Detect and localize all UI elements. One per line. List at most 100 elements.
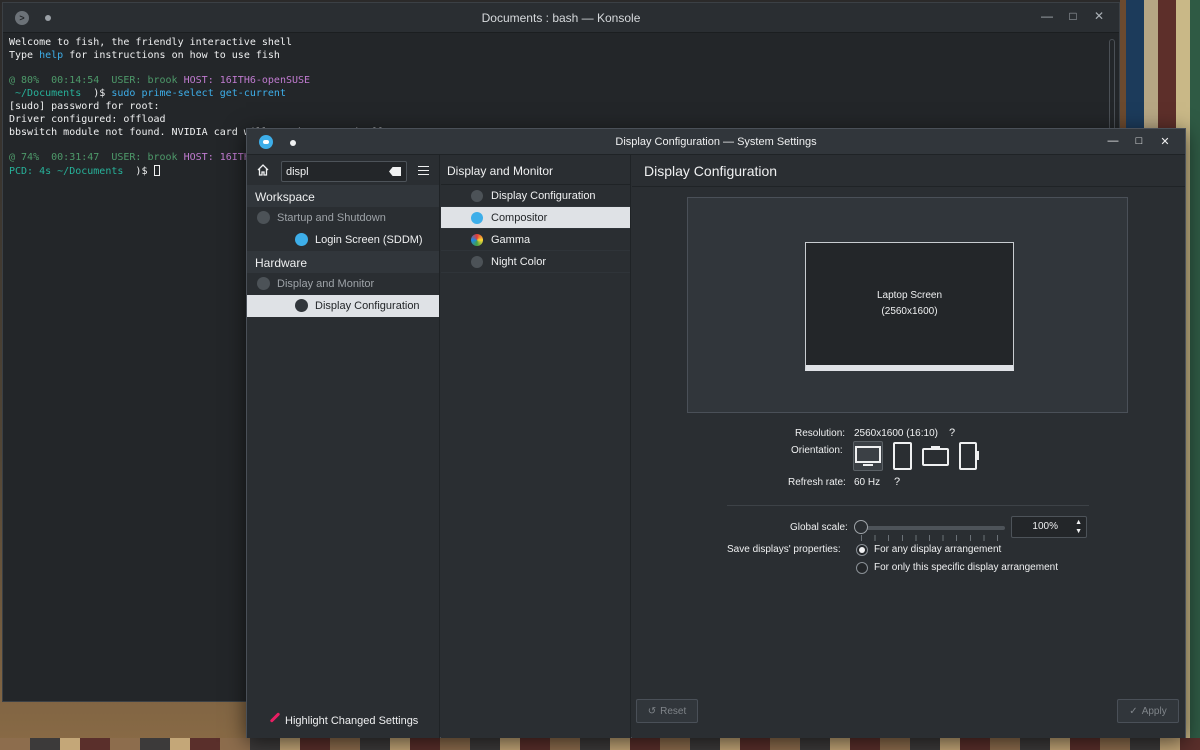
term-line: [sudo] password for root: — [9, 100, 160, 112]
sidebar-toolbar — [247, 155, 439, 185]
term-help-word: help — [39, 49, 64, 61]
global-scale-spinbox[interactable]: 100% ▲ ▼ — [1011, 516, 1087, 538]
night-color-icon — [471, 256, 483, 268]
reset-label: Reset — [660, 705, 687, 717]
home-icon[interactable] — [257, 164, 269, 176]
prompt-host: HOST: 16ITH6-openSUSE — [177, 75, 311, 87]
global-scale-slider[interactable] — [857, 526, 1005, 530]
laptop-screen-output[interactable]: Laptop Screen (2560x1600) — [805, 242, 1014, 371]
resolution-label: Resolution: — [795, 428, 846, 439]
screen-resolution: (2560x1600) — [881, 306, 938, 317]
term-command: sudo — [111, 88, 136, 100]
sidebar-category-workspace: Workspace — [247, 185, 439, 207]
prompt-user: USER: brook — [99, 152, 178, 164]
reset-button[interactable]: ↺ Reset — [636, 699, 698, 723]
minimize-icon[interactable]: — — [1041, 9, 1053, 23]
konsole-title: Documents : bash — Konsole — [481, 11, 641, 25]
landscape-flipped-icon[interactable] — [921, 445, 951, 469]
sidebar-item-label: Display and Monitor — [277, 278, 375, 290]
slider-handle[interactable] — [854, 520, 868, 534]
prompt-user: USER: brook — [99, 75, 178, 87]
screen-name: Laptop Screen — [876, 290, 943, 301]
slider-ticks — [861, 535, 1001, 541]
subcategory-header: Display and Monitor — [441, 155, 630, 185]
close-icon[interactable]: ✕ — [1159, 135, 1171, 148]
display-arrangement-area[interactable]: Laptop Screen (2560x1600) — [687, 197, 1128, 413]
highlight-changed-label: Highlight Changed Settings — [285, 715, 419, 727]
prompt-pcd: PCD: 4s ~/Documents — [9, 165, 124, 177]
scale-value: 100% — [1032, 521, 1058, 532]
compositor-icon — [471, 212, 483, 224]
terminal-cursor — [153, 164, 160, 176]
sidebar-item-login-screen[interactable]: Login Screen (SDDM) — [247, 229, 439, 251]
subcategory-item-display-configuration[interactable]: Display Configuration — [441, 185, 630, 207]
settings-sidebar: Workspace Startup and Shutdown Login Scr… — [247, 155, 440, 738]
konsole-titlebar[interactable]: > Documents : bash — Konsole — □ ✕ — [3, 3, 1119, 33]
paintbrush-icon — [269, 712, 281, 723]
save-properties-label: Save displays' properties: — [727, 544, 841, 555]
maximize-icon[interactable]: □ — [1133, 135, 1145, 148]
subcategory-item-compositor[interactable]: Compositor — [441, 207, 630, 229]
divider — [727, 505, 1089, 506]
highlight-changed-settings-button[interactable]: Highlight Changed Settings — [247, 704, 440, 738]
term-line: Type — [9, 49, 40, 61]
sidebar-item-label: Login Screen (SDDM) — [315, 234, 423, 246]
maximize-icon[interactable]: □ — [1067, 9, 1079, 23]
apply-button[interactable]: ✓ Apply — [1117, 699, 1179, 723]
subcategory-item-night-color[interactable]: Night Color — [441, 251, 630, 273]
sidebar-item-display-monitor[interactable]: Display and Monitor — [247, 273, 439, 295]
minimize-icon[interactable]: — — [1107, 135, 1119, 148]
radio-specific-arrangement[interactable] — [856, 562, 868, 574]
refresh-help-icon[interactable]: ? — [894, 476, 900, 488]
resolution-value[interactable]: 2560x1600 (16:10) — [854, 428, 938, 439]
portrait-icon[interactable] — [891, 441, 915, 471]
term-line: Driver configured: offload — [9, 113, 166, 125]
refresh-rate-value[interactable]: 60 Hz — [854, 477, 880, 488]
subcategory-item-gamma[interactable]: Gamma — [441, 229, 630, 251]
display-configuration-panel: Display Configuration Laptop Screen (256… — [632, 155, 1185, 738]
sidebar-item-label: Display Configuration — [315, 300, 420, 312]
portrait-flipped-icon[interactable] — [957, 441, 981, 471]
display-configuration-icon — [471, 190, 483, 202]
term-line: Welcome to fish, the friendly interactiv… — [9, 37, 292, 48]
orientation-label: Orientation: — [791, 445, 843, 456]
settings-titlebar[interactable]: Display Configuration — System Settings … — [247, 129, 1185, 155]
global-scale-label: Global scale: — [790, 522, 848, 533]
prompt-symbol: )$ — [81, 88, 112, 100]
prompt-path: ~/Documents — [9, 88, 82, 100]
spin-arrows-icon[interactable]: ▲ ▼ — [1075, 518, 1082, 536]
radio-specific-arrangement-label[interactable]: For only this specific display arrangeme… — [874, 562, 1058, 573]
settings-title: Display Configuration — System Settings — [615, 136, 817, 148]
subcategory-label: Display Configuration — [491, 189, 596, 202]
radio-any-arrangement-label[interactable]: For any display arrangement — [874, 544, 1001, 555]
sidebar-item-startup-shutdown[interactable]: Startup and Shutdown — [247, 207, 439, 229]
prompt-battery: @ 80% 00:14:54 — [9, 75, 100, 87]
sidebar-item-display-configuration[interactable]: Display Configuration — [247, 295, 439, 317]
gamma-icon — [471, 234, 483, 246]
undo-icon: ↺ — [647, 705, 657, 717]
subcategory-label: Compositor — [491, 211, 548, 224]
subcategory-label: Gamma — [491, 233, 531, 246]
apply-label: Apply — [1141, 705, 1167, 717]
sidebar-item-label: Startup and Shutdown — [277, 212, 386, 224]
orientation-landscape-button[interactable] — [853, 441, 883, 471]
desktop-wallpaper-bottom — [0, 738, 1200, 750]
display-monitor-icon — [257, 277, 270, 290]
subcategory-label: Night Color — [491, 255, 547, 268]
checkmark-icon: ✓ — [1129, 705, 1138, 717]
close-icon[interactable]: ✕ — [1093, 9, 1105, 23]
page-title: Display Configuration — [632, 155, 1185, 187]
landscape-icon — [855, 446, 881, 466]
sidebar-category-hardware: Hardware — [247, 251, 439, 273]
refresh-rate-label: Refresh rate: — [788, 477, 846, 488]
subcategory-list: Display and Monitor Display Configuratio… — [441, 155, 631, 738]
display-configuration-icon — [295, 299, 308, 312]
startup-icon — [257, 211, 270, 224]
radio-any-arrangement[interactable] — [856, 544, 868, 556]
search-input[interactable] — [281, 161, 407, 182]
term-line: for instructions on how to use fish — [63, 49, 280, 61]
prompt-battery: @ 74% 00:31:47 — [9, 152, 100, 164]
resolution-help-icon[interactable]: ? — [949, 427, 955, 439]
system-settings-window[interactable]: Display Configuration — System Settings … — [246, 128, 1186, 738]
hamburger-menu-icon[interactable] — [418, 166, 429, 175]
